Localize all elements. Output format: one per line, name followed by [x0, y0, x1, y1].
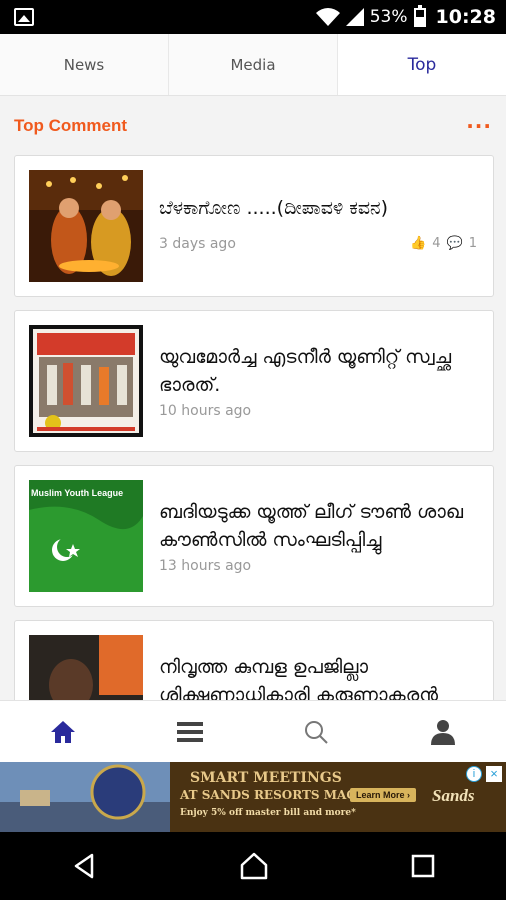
article-time: 10 hours ago: [159, 403, 252, 419]
ad-brand-logo: Sands: [432, 786, 475, 805]
ad-headline: SMART MEETINGS: [190, 770, 342, 786]
article-title: ബദിയടുക്ക യൂത്ത് ലീഗ് ടൗൺ ശാഖ കൗൺസിൽ സംഘ…: [159, 501, 464, 551]
article-card[interactable]: ಬೆಳಕಾಗೋಣ .....(ದೀಪಾವಳಿ ಕವನ) 3 days ago 👍…: [14, 155, 494, 297]
search-icon[interactable]: [303, 719, 329, 745]
ad-cta-button[interactable]: Learn More ›: [350, 788, 417, 802]
article-thumbnail: [29, 635, 143, 700]
more-options-icon[interactable]: ···: [466, 114, 492, 138]
image-notification-icon: [14, 8, 34, 26]
article-title: ಬೆಳಕಾಗೋಣ .....(ದೀಪಾವಳಿ ಕವನ): [159, 197, 389, 219]
thumbnail-caption: Muslim Youth League: [31, 488, 124, 498]
tab-bar: News Media Top: [0, 34, 506, 96]
like-count: 4: [432, 236, 441, 251]
ad-close-icon[interactable]: ×: [486, 766, 502, 782]
article-thumbnail: [29, 325, 143, 437]
ad-offer: Enjoy 5% off master bill and more*: [180, 808, 356, 818]
article-list[interactable]: ಬೆಳಕಾಗೋಣ .....(ದೀಪಾವಳಿ ಕವನ) 3 days ago 👍…: [14, 155, 494, 700]
battery-icon: [413, 4, 426, 27]
comment-count: 1: [468, 236, 477, 251]
ad-subline: AT SANDS RESORTS MACAO: [180, 788, 376, 802]
nav-menu[interactable]: [127, 701, 254, 762]
profile-icon[interactable]: [430, 719, 455, 745]
menu-icon[interactable]: [176, 721, 203, 743]
article-time: 3 days ago: [159, 236, 236, 252]
recents-icon[interactable]: [410, 853, 436, 879]
article-stats: 👍 4 💬 1: [410, 236, 477, 251]
nav-profile[interactable]: [380, 701, 506, 762]
article-card[interactable]: Muslim Youth League ബദിയടുക്ക യൂത്ത് ലീഗ…: [14, 465, 494, 607]
system-navigation-bar: [0, 832, 506, 900]
article-title: യുവമോർച്ച എടനീർ യൂണിറ്റ് സ്വച്ഛ ഭാരത്.: [159, 346, 452, 396]
signal-icon: [345, 8, 364, 26]
article-title: നിവൃത്ത കുമ്പള ഉപജില്ലാ ശിക്ഷണാധികാരി കര…: [159, 656, 439, 700]
article-thumbnail: [29, 170, 143, 282]
article-card[interactable]: നിവൃത്ത കുമ്പള ഉപജില്ലാ ശിക്ഷണാധികാരി കര…: [14, 620, 494, 700]
section-header: Top Comment ···: [0, 96, 506, 156]
article-thumbnail: Muslim Youth League: [29, 480, 143, 592]
status-bar: 53% 10:28: [0, 0, 506, 34]
home-circle-icon[interactable]: [239, 852, 269, 880]
section-title: Top Comment: [14, 116, 128, 135]
ad-choices-icon[interactable]: i: [466, 766, 482, 782]
bottom-navigation: [0, 700, 506, 762]
tab-top[interactable]: Top: [338, 34, 506, 95]
wifi-icon: [315, 8, 340, 26]
tab-news[interactable]: News: [0, 34, 169, 95]
thumbs-up-icon[interactable]: 👍: [410, 236, 426, 251]
clock: 10:28: [435, 6, 496, 28]
article-card[interactable]: യുവമോർച്ച എടനീർ യൂണിറ്റ് സ്വച്ഛ ഭാരത്. 1…: [14, 310, 494, 452]
home-icon[interactable]: [50, 720, 76, 744]
comment-icon[interactable]: 💬: [447, 236, 463, 251]
ad-banner[interactable]: SMART MEETINGS AT SANDS RESORTS MACAO En…: [0, 762, 506, 832]
tab-media[interactable]: Media: [169, 34, 338, 95]
nav-home[interactable]: [0, 701, 127, 762]
battery-percent: 53%: [369, 7, 408, 27]
back-icon[interactable]: [70, 852, 98, 880]
article-time: 13 hours ago: [159, 558, 252, 574]
nav-search[interactable]: [253, 701, 380, 762]
